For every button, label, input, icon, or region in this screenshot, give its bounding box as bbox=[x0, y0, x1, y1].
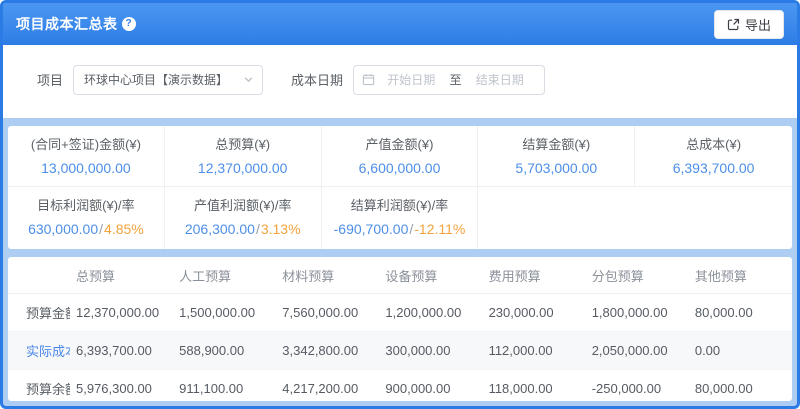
chevron-down-icon bbox=[243, 74, 254, 85]
summary-row-profits: 目标利润额(¥)/率 630,000.00/4.85% 产值利润额(¥)/率 2… bbox=[8, 187, 792, 249]
col-header-equipment-budget: 设备预算 bbox=[379, 257, 482, 294]
table-row-actual-cost: 实际成本 6,393,700.00 588,900.00 3,342,800.0… bbox=[8, 332, 792, 370]
export-label: 导出 bbox=[745, 15, 771, 34]
table-header-row: 总预算 人工预算 材料预算 设备预算 费用预算 分包预算 其他预算 bbox=[8, 257, 792, 294]
summary-cell-settlement-amount: 结算金额(¥) 5,703,000.00 bbox=[478, 126, 635, 186]
summary-cell-output-amount: 产值金额(¥) 6,600,000.00 bbox=[322, 126, 479, 186]
summary-cell-settlement-profit: 结算利润额(¥)/率 -690,700.00/-12.11% bbox=[322, 187, 479, 249]
actual-cost-link[interactable]: 实际成本 bbox=[8, 332, 70, 370]
date-separator: 至 bbox=[448, 71, 464, 88]
col-header-expense-budget: 费用预算 bbox=[483, 257, 586, 294]
summary-cell-empty bbox=[478, 187, 792, 249]
project-filter-label: 项目 bbox=[37, 70, 63, 89]
row-label: 预算金额 bbox=[8, 294, 70, 332]
table-row-budget-balance: 预算余额 5,976,300.00 911,100.00 4,217,200.0… bbox=[8, 370, 792, 402]
row-label: 预算余额 bbox=[8, 370, 70, 402]
budget-table: 总预算 人工预算 材料预算 设备预算 费用预算 分包预算 其他预算 预算金额 1… bbox=[8, 257, 792, 401]
summary-cell-contract-amount: (合同+签证)金额(¥) 13,000,000.00 bbox=[8, 126, 165, 186]
col-header-total-budget: 总预算 bbox=[70, 257, 173, 294]
start-date-input[interactable]: 开始日期 bbox=[375, 71, 448, 88]
summary-row-amounts: (合同+签证)金额(¥) 13,000,000.00 总预算(¥) 12,370… bbox=[8, 126, 792, 187]
filter-bar: 项目 环球中心项目【演示数据】 成本日期 开始日期 至 结束日期 bbox=[3, 45, 797, 118]
project-select-value: 环球中心项目【演示数据】 bbox=[84, 71, 228, 88]
page-title: 项目成本汇总表 bbox=[16, 14, 118, 34]
title-group: 项目成本汇总表 ? bbox=[16, 14, 136, 34]
budget-table-panel: 总预算 人工预算 材料预算 设备预算 费用预算 分包预算 其他预算 预算金额 1… bbox=[8, 257, 792, 401]
export-icon bbox=[727, 18, 740, 31]
summary-panel: (合同+签证)金额(¥) 13,000,000.00 总预算(¥) 12,370… bbox=[8, 126, 792, 249]
help-icon[interactable]: ? bbox=[122, 17, 136, 31]
summary-cell-total-budget: 总预算(¥) 12,370,000.00 bbox=[165, 126, 322, 186]
export-button[interactable]: 导出 bbox=[714, 10, 784, 39]
table-row-budget-amount: 预算金额 12,370,000.00 1,500,000.00 7,560,00… bbox=[8, 294, 792, 332]
titlebar: 项目成本汇总表 ? 导出 bbox=[3, 3, 797, 45]
summary-cell-output-profit: 产值利润额(¥)/率 206,300.00/3.13% bbox=[165, 187, 322, 249]
summary-cell-total-cost: 总成本(¥) 6,393,700.00 bbox=[635, 126, 792, 186]
end-date-input[interactable]: 结束日期 bbox=[464, 71, 537, 88]
date-filter-label: 成本日期 bbox=[291, 70, 343, 89]
col-header-subcontract-budget: 分包预算 bbox=[586, 257, 689, 294]
date-range-picker[interactable]: 开始日期 至 结束日期 bbox=[353, 65, 545, 95]
summary-cell-target-profit: 目标利润额(¥)/率 630,000.00/4.85% bbox=[8, 187, 165, 249]
col-header-material-budget: 材料预算 bbox=[276, 257, 379, 294]
col-header-labor-budget: 人工预算 bbox=[173, 257, 276, 294]
col-header-other-budget: 其他预算 bbox=[689, 257, 792, 294]
app-window: 项目成本汇总表 ? 导出 项目 环球中心项目【演示数据】 成本日期 开始日期 至… bbox=[0, 0, 800, 409]
col-header-blank bbox=[8, 257, 70, 294]
calendar-icon bbox=[362, 73, 375, 86]
project-select[interactable]: 环球中心项目【演示数据】 bbox=[73, 65, 263, 95]
